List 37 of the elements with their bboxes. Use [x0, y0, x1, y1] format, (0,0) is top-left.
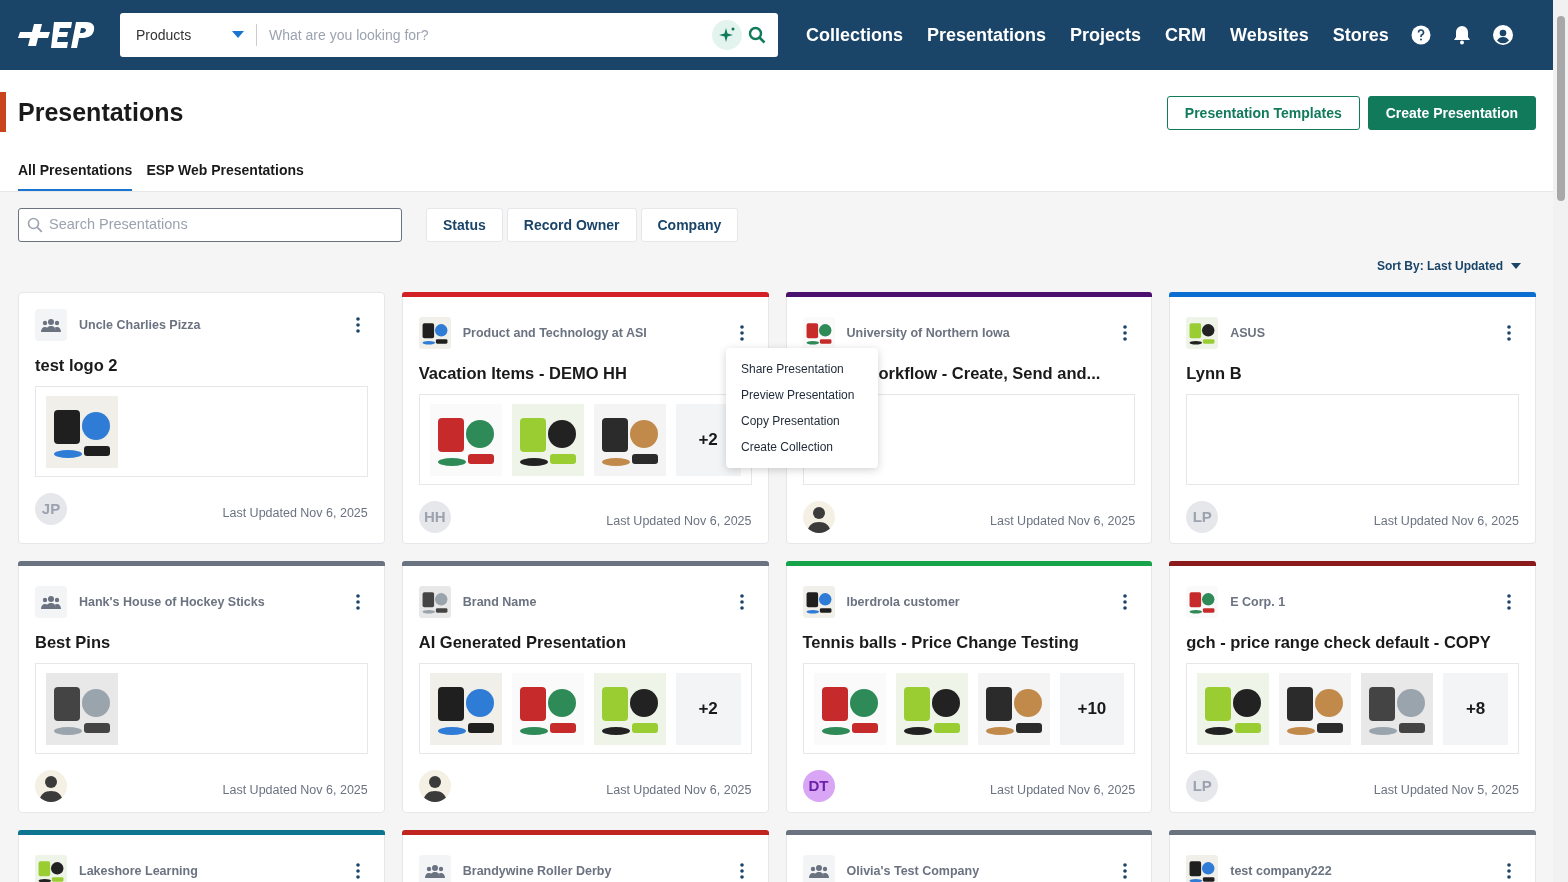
- card-title: orkflow - Create, Send and...: [878, 364, 1101, 382]
- company-name: Brandywine Roller Derby: [462, 862, 613, 880]
- last-updated: Last Updated Nov 6, 2025: [222, 782, 368, 800]
- last-updated: Last Updated Nov 6, 2025: [222, 505, 368, 523]
- avatar: LP: [1186, 501, 1219, 533]
- last-updated: Last Updated Nov 6, 2025: [990, 513, 1136, 531]
- card-title: Lynn B: [1186, 364, 1242, 382]
- page-title: Presentations: [18, 97, 184, 129]
- company-name: Product and Technology at ASI: [462, 324, 648, 342]
- company-name: Lakeshore Learning: [79, 862, 199, 880]
- last-updated: Last Updated Nov 6, 2025: [1373, 513, 1519, 531]
- company-name: Hank's House of Hockey Sticks: [79, 593, 266, 611]
- company-name: E Corp. 1: [1230, 593, 1287, 611]
- more-count: +2: [675, 672, 741, 745]
- card-title: Best Pins: [35, 633, 111, 651]
- card-title: test logo 2: [35, 356, 118, 374]
- company-name: Uncle Charlies Pizza: [79, 316, 202, 334]
- company-name: test company222: [1230, 862, 1333, 880]
- company-name: Brand Name: [462, 593, 538, 611]
- last-updated: Last Updated Nov 6, 2025: [990, 782, 1136, 800]
- avatar: LP: [1186, 770, 1219, 802]
- avatar: HH: [418, 501, 451, 533]
- avatar: JP: [35, 493, 67, 525]
- company-name: ASUS: [1230, 324, 1266, 342]
- more-count: +8: [1443, 672, 1508, 745]
- card-title: Vacation Items - DEMO HH: [418, 364, 627, 382]
- company-name: University of Northern Iowa: [846, 324, 1011, 342]
- last-updated: Last Updated Nov 6, 2025: [606, 513, 752, 531]
- company-name: Olivia's Test Company: [846, 862, 981, 880]
- company-name: Iberdrola customer: [846, 593, 961, 611]
- card-title: AI Generated Presentation: [418, 633, 626, 651]
- avatar: DT: [802, 770, 835, 802]
- last-updated: Last Updated Nov 6, 2025: [606, 782, 752, 800]
- last-updated: Last Updated Nov 5, 2025: [1373, 782, 1519, 800]
- card-title: gch - price range check default - COPY: [1186, 633, 1491, 651]
- card-title: Tennis balls - Price Change Testing: [802, 633, 1079, 651]
- more-count: +10: [1059, 672, 1125, 745]
